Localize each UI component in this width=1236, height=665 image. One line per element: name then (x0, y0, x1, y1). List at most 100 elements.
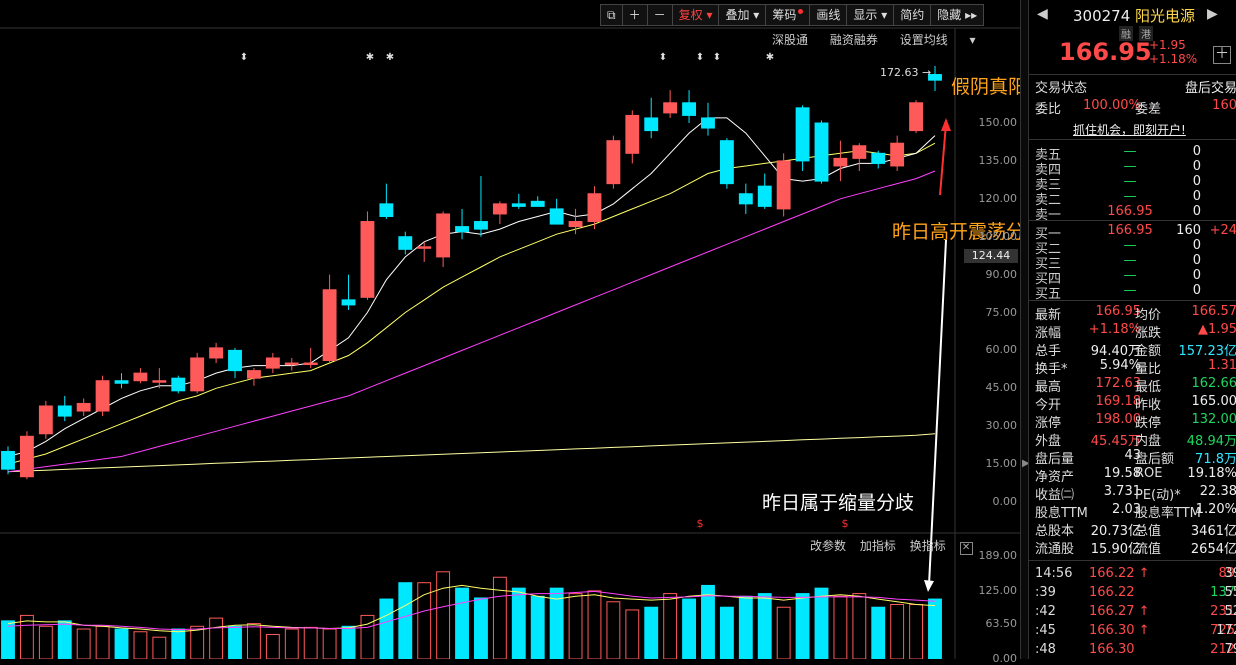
volume-bar (474, 597, 488, 659)
candle-body (757, 185, 772, 207)
stat-row: 最新 166.95 均价 166.57 (1035, 304, 1236, 323)
candle-body (682, 102, 696, 116)
candle-body (76, 402, 91, 412)
volume-bar (511, 587, 526, 659)
add-indicator-link[interactable]: 加指标 (860, 539, 896, 553)
dividend-marker: $ (842, 517, 849, 530)
chips-button[interactable]: 筹码 (765, 4, 811, 26)
last-price: 166.95 (1059, 38, 1152, 66)
volume-bar (398, 582, 413, 659)
back-arrow-icon[interactable]: ◀ (1037, 6, 1048, 22)
candle-body (38, 405, 53, 435)
candle-body (890, 142, 905, 167)
ask-row[interactable]: 卖五 —0 (1035, 144, 1236, 163)
quote-panel: ◀ 300274 阳光电源 ▶ 融 港 166.95 +1.95 +1.18% … (1028, 0, 1236, 659)
candle-body (738, 193, 753, 205)
candle-body (341, 299, 356, 306)
ask-row[interactable]: 卖四 —0 (1035, 159, 1236, 178)
tick-count: 39 (1224, 566, 1236, 581)
volume-bar (57, 620, 72, 659)
volume-bar (190, 625, 205, 659)
chart-toolbar: ⧉ ＋ － 复权 ▾ 叠加 ▾ 筹码 画线 显示 ▾ 简约 隐藏 ▸▸ (600, 4, 985, 26)
price-tick: 120.00 (978, 191, 1018, 205)
price-change: +1.95 (1149, 38, 1186, 52)
tick-count: 55 (1224, 585, 1236, 600)
volume-bar (171, 628, 186, 659)
zoom-in-icon[interactable]: ＋ (621, 4, 648, 26)
volume-tick: 63.50 (985, 617, 1018, 631)
forward-arrow-icon[interactable]: ▶ (1207, 6, 1218, 22)
status-row: 交易状态 盘后交易 (1035, 81, 1236, 96)
ask-row[interactable]: 卖二 —0 (1035, 189, 1236, 208)
volume-bar (625, 609, 640, 659)
stock-code: 300274 (1073, 7, 1131, 25)
red-arrow-shaft (939, 123, 947, 196)
candle-body (1, 450, 15, 470)
red-arrow-head (941, 118, 951, 131)
volume-bar (436, 571, 451, 659)
current-price-tag: 124.44 (964, 249, 1018, 263)
draw-line-button[interactable]: 画线 (809, 4, 848, 26)
overlay-button[interactable]: 叠加 ▾ (718, 4, 767, 26)
candle-body (284, 362, 299, 366)
candle-body (587, 193, 602, 223)
candle-body (663, 102, 678, 114)
stat-row: 收益㈡ 3.731 PE(动)* 22.38 (1035, 484, 1236, 503)
ask-row[interactable]: 卖三 —0 (1035, 174, 1236, 193)
bid-row[interactable]: 买二 —0 (1035, 238, 1236, 257)
bid-row[interactable]: 买五 —0 (1035, 283, 1236, 302)
candle-body (228, 349, 242, 372)
candle-body (247, 370, 261, 379)
candle-body (701, 117, 715, 129)
candle-body (360, 221, 375, 298)
margin-link[interactable]: 融资融券 (830, 33, 878, 47)
candle-body (909, 102, 924, 132)
price-tick: 105.00 (978, 229, 1018, 243)
fuquan-button[interactable]: 复权 ▾ (671, 4, 720, 26)
zoom-out-icon[interactable]: － (646, 4, 673, 26)
stat-row: 总手 94.40万 金额 157.23亿 (1035, 344, 1236, 359)
notification-dot-icon (798, 9, 804, 14)
edit-params-link[interactable]: 改参数 (810, 539, 846, 553)
stat-row: 净资产 19.58 ROE 19.18% (1035, 466, 1236, 485)
switch-indicator-link[interactable]: 换指标 (910, 539, 946, 553)
bid-row[interactable]: 买三 —0 (1035, 253, 1236, 272)
volume-bar (379, 598, 394, 659)
candle-body (568, 221, 583, 228)
volume-bar (568, 593, 583, 659)
stock-title: 300274 阳光电源 (1073, 5, 1195, 26)
stat-row: 外盘 45.45万 内盘 48.94万 (1035, 434, 1236, 449)
ma20-line (7, 170, 936, 473)
kline-chart-area[interactable]: ⬍ ✱ ✱ ⬍ ⬍ ⬍ ✱ $ $ (0, 0, 1020, 659)
stat-row: 最高 172.63 最低 162.66 (1035, 376, 1236, 395)
candle-body (833, 157, 848, 167)
bid-row[interactable]: 买一 166.95 160 +24 (1035, 223, 1236, 242)
restore-icon[interactable]: ⧉ (600, 4, 623, 26)
simple-button[interactable]: 简约 (893, 4, 932, 26)
high-price-label: 172.63 → (880, 66, 932, 79)
candle-body (152, 380, 167, 383)
tick-row: :48166.3021279 (1035, 642, 1236, 660)
close-icon[interactable]: ✕ (959, 542, 973, 555)
volume-bar (644, 606, 659, 659)
candle-body (530, 200, 545, 207)
annotation-low-volume: 昨日属于缩量分歧 (762, 492, 915, 514)
bid-row[interactable]: 买四 —0 (1035, 268, 1236, 287)
display-button[interactable]: 显示 ▾ (846, 4, 895, 26)
event-marker: ✱ (366, 52, 374, 63)
volume-bar (114, 628, 129, 659)
ask-row[interactable]: 卖一 166.95 0 (1035, 204, 1236, 223)
dividend-marker: $ (697, 517, 704, 530)
hk-connect-link[interactable]: 深股通 (772, 33, 808, 47)
webi-row: 委比 100.00% 委差 160 (1035, 98, 1236, 117)
ma60-line (7, 433, 936, 473)
candle-body (852, 145, 867, 159)
promo-link[interactable]: 抓住机会，即刻开户! (1073, 121, 1186, 138)
volume-bar (247, 623, 261, 659)
kline-chart[interactable]: ⬍ ✱ ✱ ⬍ ⬍ ⬍ ✱ $ $ (0, 0, 1020, 659)
candle-body (644, 117, 659, 132)
add-watch-icon[interactable]: ＋ (1213, 46, 1231, 64)
candle-body (776, 160, 791, 210)
volume-bar (322, 628, 337, 659)
candle-body (606, 140, 621, 185)
